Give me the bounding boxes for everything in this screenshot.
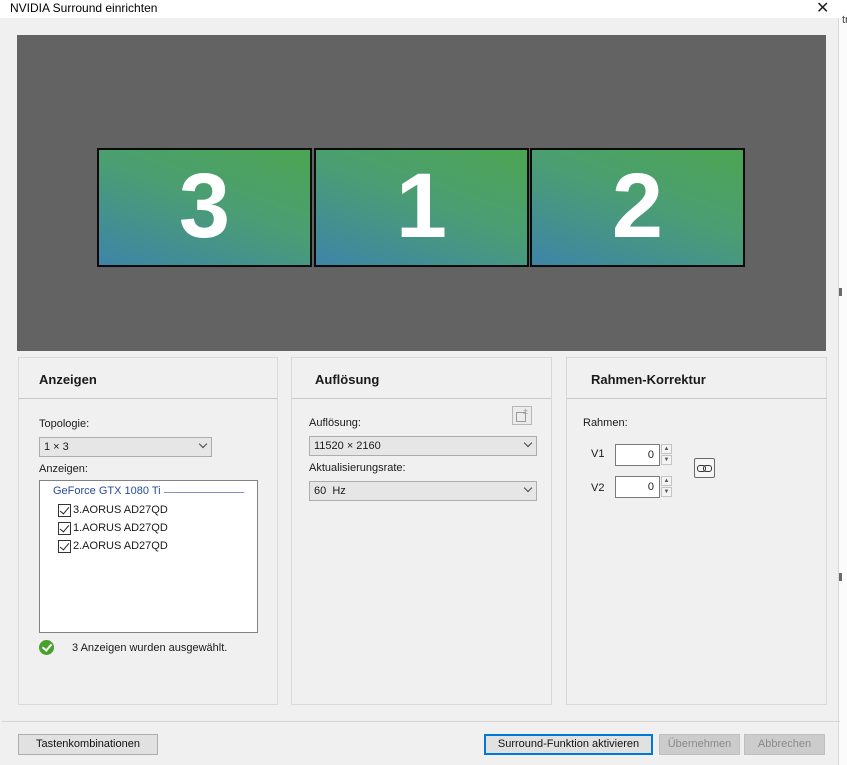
aufloesung-label: Auflösung:: [309, 417, 361, 429]
custom-resolution-icon[interactable]: [512, 406, 532, 425]
v1-up-button[interactable]: ▲: [661, 444, 672, 454]
chevron-down-icon: [200, 443, 207, 450]
aufloesung-dropdown[interactable]: 11520 × 2160: [309, 436, 537, 456]
monitor-number: 1: [395, 155, 448, 257]
link-icon[interactable]: [694, 458, 715, 478]
v1-label: V1: [591, 448, 605, 460]
display-label: 1.AORUS AD27QD: [73, 522, 168, 534]
v1-input[interactable]: 0: [615, 444, 660, 466]
topologie-dropdown[interactable]: 1 × 3: [39, 437, 212, 457]
v2-label: V2: [591, 482, 605, 494]
display-list[interactable]: GeForce GTX 1080 Ti 3.AORUS AD27QD 1.AOR…: [39, 480, 258, 633]
surround-dialog: 3 1 2 Anzeigen Topologie: 1 × 3 Anzeigen…: [2, 18, 840, 765]
monitor-number: 3: [178, 155, 231, 257]
display-checkbox[interactable]: [58, 540, 71, 553]
v2-input[interactable]: 0: [615, 476, 660, 498]
apply-button[interactable]: Übernehmen: [659, 734, 740, 755]
monitor-number: 2: [611, 155, 664, 257]
chevron-down-icon: [525, 442, 532, 449]
display-label: 3.AORUS AD27QD: [73, 504, 168, 516]
check-circle-icon: [39, 640, 54, 655]
rate-value: 60 Hz: [314, 485, 346, 497]
panel-title: Rahmen-Korrektur: [591, 372, 706, 387]
footer-divider: [2, 721, 840, 722]
monitor-tile-3[interactable]: 3: [97, 148, 312, 267]
panel-header: Rahmen-Korrektur: [567, 358, 826, 399]
gpu-group-label: GeForce GTX 1080 Ti: [53, 485, 161, 497]
v2-down-button[interactable]: ▼: [661, 487, 672, 497]
background-window-mark: [839, 288, 842, 296]
activate-surround-button[interactable]: Surround-Funktion aktivieren: [484, 734, 653, 755]
topologie-label: Topologie:: [39, 418, 90, 430]
background-window-mark: [839, 573, 842, 581]
anzeigen-panel: Anzeigen Topologie: 1 × 3 Anzeigen: GeFo…: [18, 357, 278, 705]
selection-status: 3 Anzeigen wurden ausgewählt.: [72, 642, 228, 654]
display-arrangement-preview: 3 1 2: [17, 35, 826, 351]
monitor-tile-1[interactable]: 1: [314, 148, 529, 267]
topologie-value: 1 × 3: [44, 441, 69, 453]
display-label: 2.AORUS AD27QD: [73, 540, 168, 552]
panel-title: Anzeigen: [39, 372, 97, 387]
aufloesung-value: 11520 × 2160: [314, 440, 381, 452]
display-checkbox[interactable]: [58, 522, 71, 535]
v1-down-button[interactable]: ▼: [661, 455, 672, 465]
panel-header: Auflösung: [292, 358, 551, 399]
rahmen-label: Rahmen:: [583, 417, 628, 429]
panel-title: Auflösung: [315, 372, 380, 387]
monitor-tile-2[interactable]: 2: [530, 148, 745, 267]
title-bar: NVIDIA Surround einrichten ✕: [0, 0, 847, 18]
window-title: NVIDIA Surround einrichten: [10, 1, 158, 15]
anzeigen-label: Anzeigen:: [39, 463, 88, 475]
display-checkbox[interactable]: [58, 504, 71, 517]
background-window-edge: [838, 18, 847, 765]
panel-header: Anzeigen: [19, 358, 277, 399]
close-icon[interactable]: ✕: [816, 0, 829, 18]
cancel-button[interactable]: Abbrechen: [744, 734, 825, 755]
shortcuts-button[interactable]: Tastenkombinationen: [18, 734, 158, 755]
rahmen-panel: Rahmen-Korrektur Rahmen: V1 0 ▲ ▼ V2 0 ▲…: [566, 357, 827, 705]
chevron-down-icon: [525, 487, 532, 494]
group-divider: [164, 492, 244, 493]
rate-dropdown[interactable]: 60 Hz: [309, 481, 537, 501]
background-window-text: tra: [842, 14, 847, 26]
aufloesung-panel: Auflösung Auflösung: 11520 × 2160 Aktual…: [291, 357, 552, 705]
rate-label: Aktualisierungsrate:: [309, 462, 406, 474]
v2-up-button[interactable]: ▲: [661, 476, 672, 486]
